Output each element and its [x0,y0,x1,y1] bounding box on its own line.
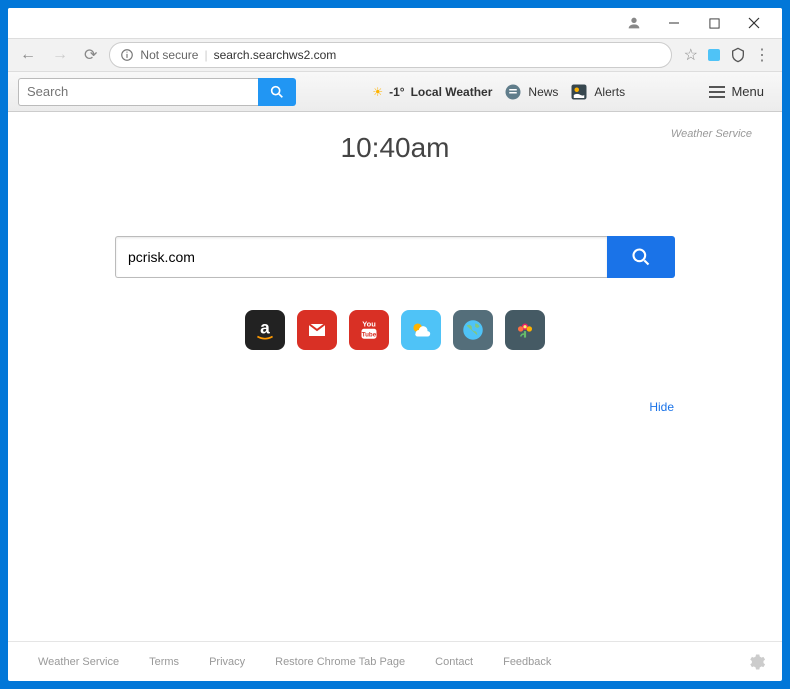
footer-link-restore[interactable]: Restore Chrome Tab Page [275,656,405,668]
search-icon [269,84,285,100]
page-toolbar: ☀ -1° Local Weather News Alerts Menu [8,72,782,112]
main-search [115,236,675,278]
svg-text:a: a [260,317,270,337]
forward-button[interactable]: → [48,46,72,64]
footer-link-weather[interactable]: Weather Service [38,656,119,668]
weather-label: Local Weather [411,85,493,99]
extension-icons: ☆ ⋮ [680,45,774,65]
footer-link-contact[interactable]: Contact [435,656,473,668]
globe-icon [460,317,486,343]
news-label: News [528,85,558,99]
toolbar-search-input[interactable] [18,78,258,106]
hide-link[interactable]: Hide [649,400,674,414]
footer-link-privacy[interactable]: Privacy [209,656,245,668]
hamburger-icon [709,85,725,99]
footer-link-feedback[interactable]: Feedback [503,656,551,668]
reload-button[interactable]: ⟳ [80,45,101,65]
toolbar-search [18,78,296,106]
browser-window: New Tab Search × ← → ⟳ Not secure | [8,8,782,681]
alerts-label: Alerts [594,85,625,99]
user-icon[interactable] [614,11,654,35]
toolbar-menu-button[interactable]: Menu [701,80,772,103]
menu-dots-icon[interactable]: ⋮ [754,45,770,65]
toolbar-alerts[interactable]: Alerts [570,83,625,101]
footer: Weather Service Terms Privacy Restore Ch… [8,641,782,681]
address-bar-row: ← → ⟳ Not secure | search.searchws2.com … [8,38,782,72]
shortcut-globe[interactable] [453,310,493,350]
back-button[interactable]: ← [16,46,40,64]
menu-label: Menu [731,84,764,99]
shortcut-amazon[interactable]: a [245,310,285,350]
address-bar[interactable]: Not secure | search.searchws2.com [109,42,671,68]
extension-icon-2[interactable] [730,47,746,63]
svg-text:Tube: Tube [362,331,377,338]
clock-display: 10:40am [341,132,450,164]
bookmark-icon[interactable]: ☆ [684,45,698,65]
gear-icon[interactable] [746,652,766,672]
titlebar [8,8,782,38]
toolbar-search-button[interactable] [258,78,296,106]
weather-temp: -1° [389,85,404,99]
shortcut-weather[interactable] [401,310,441,350]
toolbar-news[interactable]: News [504,83,558,101]
minimize-button[interactable] [654,11,694,35]
weather-service-link[interactable]: Weather Service [671,128,752,140]
main-search-button[interactable] [607,236,675,278]
extension-icon-1[interactable] [706,47,722,63]
news-icon [504,83,522,101]
security-label: Not secure [140,48,198,62]
search-icon [631,247,651,267]
shortcut-youtube[interactable]: You Tube [349,310,389,350]
page-content: Weather Service 10:40am Hide a You Tube [8,112,782,641]
weather-icon [408,317,434,343]
alerts-icon [570,83,588,101]
main-search-input[interactable] [115,236,607,278]
flower-icon [512,317,538,343]
info-icon [120,48,134,62]
shortcut-gmail[interactable] [297,310,337,350]
url-text: search.searchws2.com [214,48,337,62]
gmail-icon [305,318,329,342]
svg-text:You: You [362,319,376,328]
shortcut-flower[interactable] [505,310,545,350]
sun-icon: ☀ [372,85,383,99]
maximize-button[interactable] [694,11,734,35]
shortcuts-row: a You Tube [245,310,545,350]
amazon-icon: a [252,317,278,343]
close-button[interactable] [734,11,774,35]
toolbar-weather[interactable]: ☀ -1° Local Weather [372,85,492,99]
footer-link-terms[interactable]: Terms [149,656,179,668]
youtube-icon: You Tube [354,315,384,345]
